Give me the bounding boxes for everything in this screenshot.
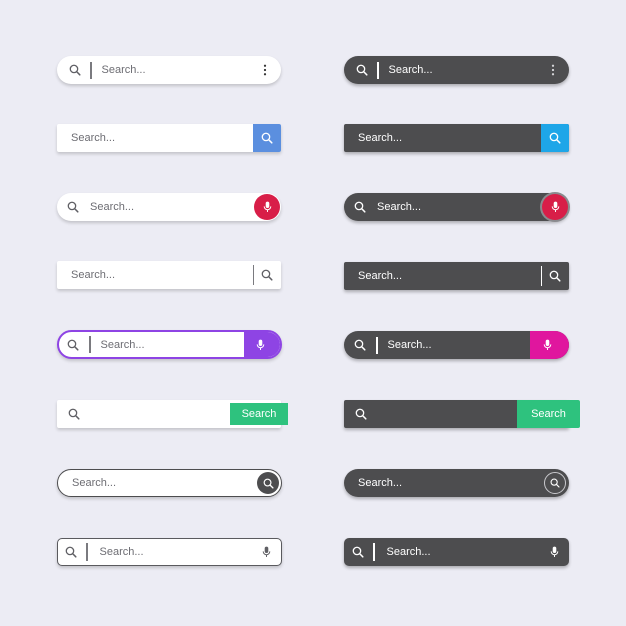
search-bar-dark-outlined-circle [344,469,569,497]
search-bar-light-green-button: Search [57,400,288,428]
microphone-icon[interactable] [262,546,271,558]
microphone-icon [263,201,272,213]
search-bar-dark-mic [344,193,569,221]
search-input[interactable] [71,132,253,144]
search-input[interactable] [88,408,230,420]
search-input[interactable] [386,546,550,558]
search-icon[interactable] [354,339,366,351]
search-input[interactable] [90,201,254,213]
divider [373,543,375,561]
search-button[interactable]: Search [517,400,580,428]
divider [86,543,88,561]
search-icon[interactable] [354,201,366,213]
divider [90,61,92,79]
search-input[interactable] [358,477,544,489]
search-bar-light-divider [57,261,281,289]
search-icon [261,132,273,144]
mic-button[interactable] [244,332,280,357]
search-button[interactable] [253,124,281,152]
search-bar-light-outlined [57,469,282,497]
search-button[interactable]: Search [230,403,288,425]
search-input[interactable] [72,477,257,489]
more-vert-icon[interactable] [263,64,267,76]
search-input[interactable] [375,408,517,420]
search-icon[interactable] [69,64,81,76]
search-icon[interactable] [67,339,79,351]
search-bar-dark-green-button: Search [344,400,580,428]
search-bar-light-blue-button [57,124,281,152]
search-bar-light-purple [57,330,282,359]
search-input[interactable] [99,546,262,558]
microphone-icon [551,201,560,213]
microphone-icon [543,339,552,351]
mic-button[interactable] [542,194,568,220]
search-input[interactable] [388,64,551,76]
search-icon[interactable] [549,270,561,282]
divider [377,61,379,79]
search-bar-light-rounded-mic [57,538,282,566]
search-bar-dark-magenta [344,331,569,359]
search-icon[interactable] [65,546,77,558]
search-icon [263,478,274,489]
search-button[interactable] [541,124,569,152]
search-bar-dark-pill-menu [344,56,569,84]
search-icon [550,478,560,488]
search-bar-dark-rounded-mic [344,538,569,566]
search-icon [549,132,561,144]
divider [376,336,378,354]
search-button[interactable] [544,472,566,494]
divider [89,336,91,353]
microphone-icon [256,339,265,351]
search-input[interactable] [100,338,244,351]
search-icon[interactable] [67,201,79,213]
search-icon[interactable] [356,64,368,76]
search-input[interactable] [71,269,253,281]
search-input[interactable] [101,64,263,76]
search-button[interactable] [257,472,279,494]
search-bar-light-mic [57,193,281,221]
search-input[interactable] [358,270,541,282]
divider [540,266,542,286]
search-icon[interactable] [355,408,367,420]
microphone-icon[interactable] [550,546,559,558]
more-vert-icon[interactable] [551,64,555,76]
search-bar-dark-cyan-button [344,124,569,152]
search-input[interactable] [377,201,542,213]
search-icon[interactable] [352,546,364,558]
search-input[interactable] [387,339,530,351]
search-icon[interactable] [261,269,273,281]
search-bar-light-pill-menu [57,56,281,84]
mic-button[interactable] [254,194,280,220]
divider [252,265,254,285]
search-input[interactable] [358,132,541,144]
mic-button[interactable] [529,331,569,359]
search-bar-dark-divider [344,262,569,290]
search-icon[interactable] [68,408,80,420]
